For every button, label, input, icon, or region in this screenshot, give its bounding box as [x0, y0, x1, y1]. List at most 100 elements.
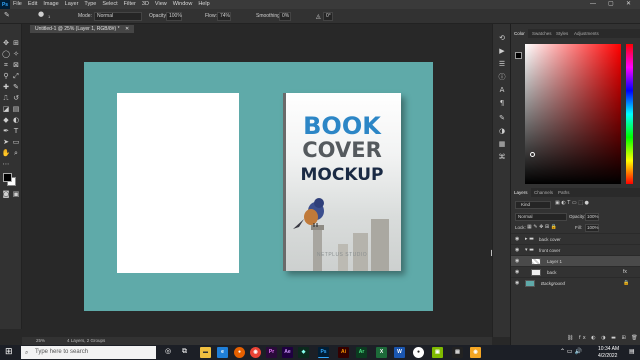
- app-icon[interactable]: ●: [413, 347, 424, 358]
- minimize-button[interactable]: —: [590, 0, 596, 9]
- lasso-tool-icon[interactable]: ◯: [1, 49, 11, 59]
- info-panel-icon[interactable]: ⓘ: [497, 73, 507, 82]
- app-icon[interactable]: ◉: [470, 347, 481, 358]
- opacity-field[interactable]: 100%: [166, 12, 182, 21]
- magic-wand-icon[interactable]: ✧: [11, 49, 21, 59]
- filter-icons[interactable]: ▣ ◐ T ▭ ⬚ ●: [555, 200, 589, 206]
- system-tray-icons[interactable]: ⌃ ▭ 🔊: [560, 348, 582, 355]
- close-window-button[interactable]: ✕: [626, 0, 631, 9]
- hand-tool-icon[interactable]: ✋: [1, 148, 11, 158]
- zoom-tool-icon[interactable]: ⌕: [11, 148, 21, 158]
- clock-date[interactable]: 4/2/2022: [598, 353, 617, 359]
- path-select-icon[interactable]: ➤: [1, 137, 11, 147]
- premiere-icon[interactable]: Pr: [266, 347, 277, 358]
- ruler-icon[interactable]: ⤢: [11, 71, 21, 81]
- task-view-icon[interactable]: ◎: [165, 347, 171, 355]
- aero-icon[interactable]: Ar: [356, 347, 367, 358]
- maximize-button[interactable]: ▢: [608, 0, 614, 9]
- paths-panel-icon[interactable]: ⌘: [497, 153, 507, 162]
- layer-row[interactable]: ◉ back fx: [511, 266, 640, 277]
- actions-panel-icon[interactable]: ▶: [497, 47, 507, 56]
- windows-start-icon[interactable]: ⊞: [5, 347, 13, 357]
- brush-preset-icon[interactable]: ●: [38, 11, 44, 18]
- blur-tool-icon[interactable]: ◆: [1, 115, 11, 125]
- file-explorer-icon[interactable]: ▬: [200, 347, 211, 358]
- back-cover-mockup[interactable]: [117, 93, 239, 273]
- menu-select[interactable]: Select: [99, 0, 120, 9]
- clock-time[interactable]: 10:34 AM: [598, 346, 619, 352]
- front-cover-mockup[interactable]: BOOK COVER MOCKUP NETPLUS STUDIO: [283, 93, 401, 271]
- mode-select[interactable]: Normal: [94, 12, 142, 21]
- color-picker-field[interactable]: [525, 44, 621, 184]
- tab-channels[interactable]: Channels: [531, 188, 556, 197]
- app-icon[interactable]: ◆: [298, 347, 309, 358]
- tab-layers[interactable]: Layers: [511, 188, 531, 197]
- task-switch-icon[interactable]: ⧉: [182, 347, 187, 356]
- menu-view[interactable]: View: [152, 0, 170, 9]
- visibility-eye-icon[interactable]: ◉: [515, 278, 519, 289]
- excel-icon[interactable]: X: [376, 347, 387, 358]
- tab-swatches[interactable]: Swatches: [529, 29, 555, 38]
- app-icon[interactable]: ▤: [452, 347, 463, 358]
- layer-filter-select[interactable]: Kind: [515, 201, 551, 209]
- menu-filter[interactable]: Filter: [121, 0, 139, 9]
- app-icon[interactable]: ▣: [432, 347, 443, 358]
- menu-type[interactable]: Type: [81, 0, 99, 9]
- adjust-panel-icon[interactable]: ◑: [497, 127, 507, 136]
- after-effects-icon[interactable]: Ae: [282, 347, 293, 358]
- layer-opacity-field[interactable]: 100%: [585, 213, 599, 221]
- menu-layer[interactable]: Layer: [62, 0, 82, 9]
- crop-tool-icon[interactable]: ⌗: [1, 60, 11, 70]
- dodge-tool-icon[interactable]: ◐: [11, 115, 21, 125]
- document-tab[interactable]: Untitled-1 @ 25% (Layer 1, RGB/8#) * ✕: [30, 25, 135, 33]
- blend-mode-select[interactable]: Normal: [515, 213, 567, 221]
- layer-row[interactable]: ◉ ▾ ▬ front cover: [511, 244, 640, 255]
- rectangle-tool-icon[interactable]: ▭: [11, 137, 21, 147]
- eraser-icon[interactable]: ◪: [1, 104, 11, 114]
- menu-edit[interactable]: Edit: [25, 0, 40, 9]
- layer-actions-icons[interactable]: ⛓ fx ◐ ◑ ▬ ⊞ 🗑: [567, 335, 640, 341]
- photoshop-taskbar-icon[interactable]: Ps: [318, 347, 329, 358]
- tab-adjustments[interactable]: Adjustments: [571, 29, 602, 38]
- menu-image[interactable]: Image: [40, 0, 61, 9]
- chrome-icon[interactable]: ◉: [250, 347, 261, 358]
- illustrator-icon[interactable]: Ai: [338, 347, 349, 358]
- more-tools-icon[interactable]: ⋯: [1, 159, 11, 169]
- document-info[interactable]: 4 Layers, 2 Groups: [67, 337, 105, 345]
- artboard-tool-icon[interactable]: ⊞: [11, 38, 21, 48]
- smoothing-field[interactable]: 0%: [279, 12, 291, 21]
- paragraph-panel-icon[interactable]: ¶: [497, 99, 507, 108]
- menu-window[interactable]: Window: [170, 0, 196, 9]
- history-brush-icon[interactable]: ↺: [11, 93, 21, 103]
- gradient-tool-icon[interactable]: ▤: [11, 104, 21, 114]
- brush-tool-icon[interactable]: ✎: [11, 82, 21, 92]
- eyedropper-icon[interactable]: ⚲: [1, 71, 11, 81]
- libraries-panel-icon[interactable]: ▦: [497, 140, 507, 149]
- notification-icon[interactable]: ▤: [629, 348, 635, 355]
- move-tool-icon[interactable]: ✥: [1, 38, 11, 48]
- angle-field[interactable]: 0°: [323, 12, 333, 21]
- edge-icon[interactable]: e: [217, 347, 228, 358]
- healing-brush-icon[interactable]: ✚: [1, 82, 11, 92]
- layer-row-selected[interactable]: ◉ Layer 1: [511, 255, 640, 266]
- zoom-level[interactable]: 25%: [36, 337, 45, 345]
- fill-field[interactable]: 100%: [585, 224, 599, 232]
- layer-row[interactable]: ◉ ▸ ▬ back cover: [511, 233, 640, 244]
- firefox-icon[interactable]: ●: [234, 347, 245, 358]
- tab-paths[interactable]: Paths: [555, 188, 573, 197]
- screen-mode-icon[interactable]: ▣: [11, 189, 21, 199]
- pen-tool-icon[interactable]: ✒: [1, 126, 11, 136]
- taskbar-search-input[interactable]: ⌕ Type here to search: [21, 346, 156, 359]
- clone-stamp-icon[interactable]: ⎍: [1, 93, 11, 103]
- menu-file[interactable]: File: [10, 0, 25, 9]
- frame-tool-icon[interactable]: ⊠: [11, 60, 21, 70]
- menu-3d[interactable]: 3D: [139, 0, 152, 9]
- character-panel-icon[interactable]: A: [497, 86, 507, 95]
- quick-mask-icon[interactable]: ◙: [1, 189, 11, 199]
- type-tool-icon[interactable]: T: [11, 126, 21, 136]
- layer-row[interactable]: ◉ Background 🔒: [511, 277, 640, 288]
- close-tab-icon[interactable]: ✕: [125, 26, 129, 32]
- properties-panel-icon[interactable]: ☰: [497, 60, 507, 69]
- word-icon[interactable]: W: [394, 347, 405, 358]
- flow-field[interactable]: 74%: [217, 12, 231, 21]
